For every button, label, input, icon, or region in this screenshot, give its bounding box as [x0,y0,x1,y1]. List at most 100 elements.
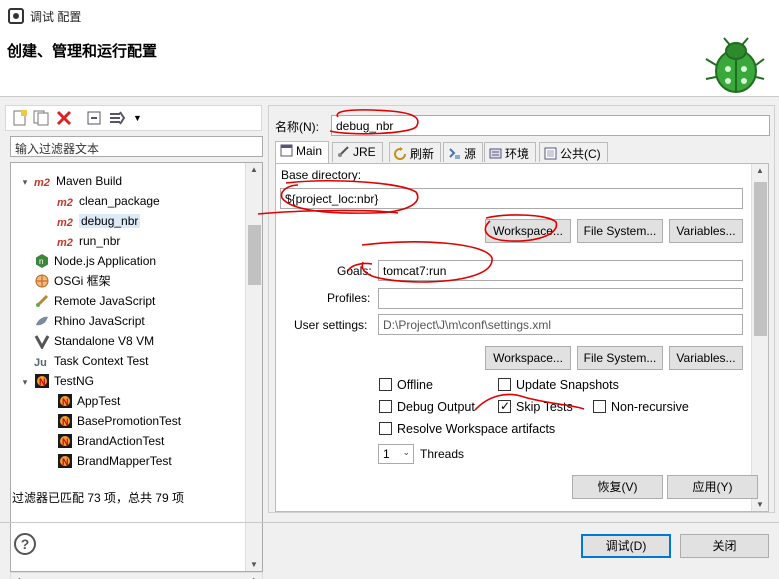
apply-button[interactable]: 应用(Y) [667,475,758,499]
rhino-icon [36,316,48,325]
duplicate-config-icon[interactable] [33,110,49,126]
debug-bug-icon [705,37,765,93]
footer-divider [0,522,779,523]
tree-item-label: AppTest [77,394,121,408]
close-button[interactable]: 关闭 [680,534,769,558]
nodejs-icon: n [36,253,48,268]
user-settings-input[interactable]: D:\Project\J\m\conf\settings.xml [378,314,743,335]
offline-checkbox[interactable]: Offline [379,377,433,393]
m2-icon: m2 [57,196,73,209]
tree-item-label: OSGi 框架 [54,274,111,288]
tree-item-label: TestNG [54,374,95,388]
tree-item[interactable]: N BrandMapperTest [57,451,172,471]
settings-workspace-button[interactable]: Workspace... [485,346,571,370]
source-icon [449,148,460,159]
testng-icon: N [58,413,72,428]
tree-item[interactable]: m2 clean_package [57,191,160,211]
tree-item-label: Node.js Application [54,254,157,268]
tree-item[interactable]: Standalone V8 VM [19,331,154,351]
tab-jre[interactable]: JRE [332,142,383,162]
eclipse-icon [8,8,24,24]
tab-environment[interactable]: 环境 [484,142,537,162]
tab-main[interactable]: Main [275,141,330,163]
main-tab-icon [280,144,293,157]
resolve-workspace-checkbox[interactable]: Resolve Workspace artifacts [379,421,555,437]
tree-item[interactable]: N BasePromotionTest [57,411,181,431]
remote-js-icon [35,294,49,307]
tree-item-label: Standalone V8 VM [54,334,155,348]
testng-icon: N [58,433,72,448]
tree-item[interactable]: m2 run_nbr [57,231,120,251]
base-dir-filesystem-button[interactable]: File System... [577,219,663,243]
testng-icon: N [35,373,49,388]
m2-icon: m2 [57,236,73,249]
chevron-down-icon[interactable]: ▾ [19,372,31,392]
tree-item[interactable]: Ju Task Context Test [19,351,149,371]
tab-refresh[interactable]: 刷新 [389,142,442,162]
tree-item[interactable]: Rhino JavaScript [19,311,145,331]
filter-input[interactable]: 输入过滤器文本 [10,136,263,157]
environment-icon [489,148,502,159]
tree-item-label: Remote JavaScript [54,294,156,308]
update-snapshots-checkbox[interactable]: Update Snapshots [498,377,619,393]
tree-item[interactable]: ▾ N TestNG [19,371,94,391]
filter-icon[interactable] [109,110,125,126]
settings-filesystem-button[interactable]: File System... [577,346,663,370]
svg-text:N: N [62,417,69,427]
dialog-heading: 创建、管理和运行配置 [7,43,158,60]
collapse-all-icon[interactable] [86,110,102,126]
tab-source[interactable]: 源 [443,142,484,162]
goals-label: Goals: [337,264,372,278]
tree-item-label: clean_package [79,194,160,208]
config-tree[interactable]: ▲ ▼ ▾ m2 Maven Build m2 clean_package m2 debug… [10,162,263,572]
tree-item[interactable]: n Node.js Application [19,251,156,271]
tree-item[interactable]: OSGi 框架 [19,271,111,291]
chevron-down-icon: ⌄ [402,447,410,457]
testng-icon: N [58,453,72,468]
tab-scrollbar[interactable]: ▲ ▼ [751,164,768,511]
name-input[interactable]: debug_nbr [331,115,770,136]
m2-icon: m2 [34,176,50,189]
debug-output-checkbox[interactable]: Debug Output [379,399,475,415]
base-dir-variables-button[interactable]: Variables... [669,219,743,243]
refresh-icon [394,147,406,160]
window-title: 调试 配置 [30,10,82,24]
tab-common[interactable]: 公共(C) [539,142,608,162]
osgi-icon [35,274,49,288]
chevron-down-icon[interactable]: ▾ [19,172,31,192]
debug-button[interactable]: 调试(D) [581,534,671,558]
base-dir-label: Base directory: [281,168,362,182]
config-editor: 名称(N): debug_nbr Main JRE 刷新 源 环境 公共(C) … [268,105,775,513]
tree-item-label: Maven Build [56,174,123,188]
base-dir-workspace-button[interactable]: Workspace... [485,219,571,243]
help-icon[interactable]: ? [14,533,36,555]
skip-tests-checkbox[interactable]: Skip Tests [498,398,573,415]
name-label: 名称(N): [275,120,319,134]
tree-scrollbar[interactable]: ▲ ▼ [245,163,262,571]
base-dir-input[interactable]: ${project_loc:nbr} [280,188,743,209]
chevron-down-icon[interactable]: ▼ [133,110,149,126]
user-settings-label: User settings: [294,318,368,332]
tree-item-label: BrandActionTest [77,434,165,448]
settings-variables-button[interactable]: Variables... [669,346,743,370]
svg-text:N: N [62,397,69,407]
threads-select[interactable]: 1 ⌄ [378,444,414,464]
ju-icon: Ju [34,357,47,369]
tree-item[interactable]: N BrandActionTest [57,431,164,451]
dialog-header: 创建、管理和运行配置 [0,31,779,97]
tree-item-label: BrandMapperTest [77,454,172,468]
tree-item-label: run_nbr [79,234,121,248]
tree-item-label: Task Context Test [54,354,149,368]
non-recursive-checkbox[interactable]: Non-recursive [593,399,689,415]
new-config-icon[interactable] [12,110,28,126]
tree-item[interactable]: Remote JavaScript [19,291,155,311]
profiles-input[interactable] [378,288,743,309]
goals-input[interactable]: tomcat7:run [378,260,743,281]
delete-config-icon[interactable] [56,110,72,126]
tree-item[interactable]: m2 debug_nbr [57,211,141,231]
tree-item[interactable]: ▾ m2 Maven Build [19,171,122,191]
tree-item[interactable]: N AppTest [57,391,120,411]
tree-hscrollbar[interactable]: ◀ ▶ [10,572,263,579]
revert-button[interactable]: 恢复(V) [572,475,663,499]
config-list-panel: ▼ 输入过滤器文本 ▲ ▼ ▾ m2 Maven Build m2 clean_pack… [5,105,263,579]
